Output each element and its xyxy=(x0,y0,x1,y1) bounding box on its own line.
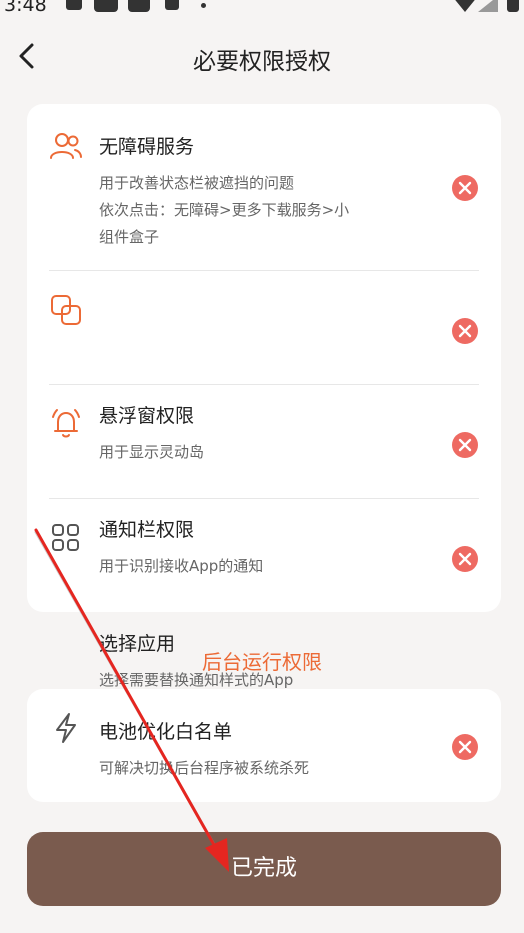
remove-button[interactable] xyxy=(452,546,478,572)
more-notifications-dot xyxy=(201,3,206,8)
done-button[interactable]: 已完成 xyxy=(27,832,501,906)
close-icon xyxy=(458,552,472,566)
close-icon xyxy=(458,324,472,338)
permission-title: 无障碍服务 xyxy=(99,136,195,158)
close-icon xyxy=(458,181,472,195)
overlay-window-icon xyxy=(51,295,81,325)
permission-item-notification[interactable]: 通知栏权限 用于识别接收App的通知 xyxy=(27,385,501,575)
status-time: 3:48 xyxy=(4,0,47,16)
signal-icon xyxy=(478,0,498,12)
permission-item-overlay[interactable]: 悬浮窗权限 用于显示灵动岛 xyxy=(27,271,501,461)
bell-icon xyxy=(52,409,80,438)
notification-a-icon xyxy=(165,0,179,10)
lightning-icon xyxy=(56,713,76,743)
permission-item-accessibility[interactable]: 无障碍服务 用于改善状态栏被遮挡的问题 依次点击：无障碍>更多下载服务>小 组件… xyxy=(27,104,501,270)
permission-desc: 可解决切换后台程序被系统杀死 xyxy=(99,759,310,777)
permission-desc: 用于改善状态栏被遮挡的问题 依次点击：无障碍>更多下载服务>小 组件盒子 xyxy=(99,174,350,246)
users-icon xyxy=(50,133,82,159)
app-notification-icon xyxy=(94,0,118,12)
battery-icon xyxy=(507,0,519,12)
gallery-notification-icon xyxy=(66,0,82,10)
background-card: 电池优化白名单 可解决切换后台程序被系统杀死 xyxy=(27,689,501,802)
app-notification-icon-2 xyxy=(128,0,150,12)
header: 必要权限授权 xyxy=(0,30,524,84)
permission-item-battery[interactable]: 电池优化白名单 可解决切换后台程序被系统杀死 xyxy=(27,689,501,802)
wifi-icon xyxy=(455,0,475,12)
permission-item-select-apps[interactable]: 选择应用 选择需要替换通知样式的App xyxy=(27,499,501,689)
remove-button[interactable] xyxy=(452,734,478,760)
remove-button[interactable] xyxy=(452,318,478,344)
page-title: 必要权限授权 xyxy=(193,49,331,75)
permissions-card: 无障碍服务 用于改善状态栏被遮挡的问题 依次点击：无障碍>更多下载服务>小 组件… xyxy=(27,104,501,689)
close-icon xyxy=(458,438,472,452)
section-title: 后台运行权限 xyxy=(202,650,322,674)
remove-button[interactable] xyxy=(452,175,478,201)
remove-button[interactable] xyxy=(452,432,478,458)
apps-grid-icon xyxy=(52,524,79,551)
close-icon xyxy=(458,740,472,754)
status-bar: 3:48 xyxy=(0,0,524,22)
permission-title: 电池优化白名单 xyxy=(99,721,233,743)
